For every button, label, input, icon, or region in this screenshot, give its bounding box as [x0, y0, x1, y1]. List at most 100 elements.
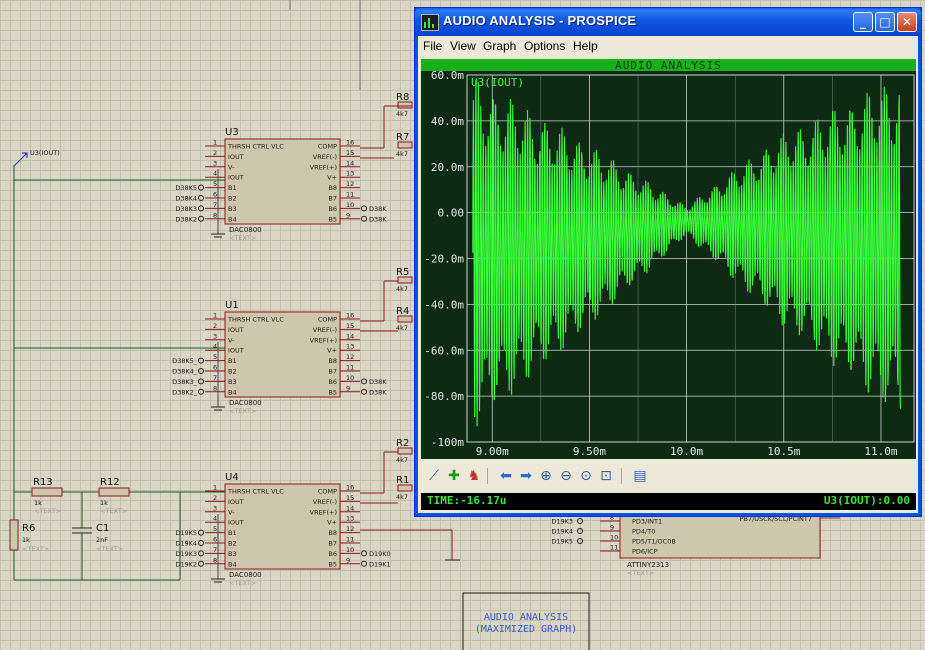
resistor-ref: R7 [396, 132, 409, 143]
menu-help[interactable]: Help [573, 39, 598, 53]
pin-number: 4 [213, 343, 217, 351]
resistor-value: 4k7 [396, 150, 408, 158]
zoom-area-icon[interactable]: ⊡ [597, 467, 615, 485]
net-label: D38K [369, 388, 387, 396]
pin-name: V+ [327, 347, 337, 355]
y-tick-label: 40.0m [431, 115, 464, 128]
net-terminal [198, 529, 204, 536]
x-tick-label: 10.5m [767, 445, 800, 458]
pin-number: 10 [346, 201, 354, 209]
pin-number: 13 [346, 170, 354, 178]
net-terminal [198, 388, 204, 395]
scroll-right-icon[interactable]: ➡ [517, 467, 535, 485]
audio-analysis-graph[interactable]: AUDIO ANALYSIS 60.0m 40.0m 20.0m 0.00 -20.0m -… [421, 59, 916, 459]
pin-number: 13 [346, 515, 354, 523]
text-placeholder: <TEXT> [100, 507, 127, 515]
pin-name: B5 [328, 560, 337, 568]
graph-settings-icon[interactable]: ▤ [631, 467, 649, 485]
pin-name: IOUT [228, 153, 244, 161]
pin-number: 10 [610, 534, 618, 542]
text-placeholder: <TEXT> [96, 545, 123, 553]
audio-analysis-window[interactable]: AUDIO ANALYSIS - PROSPICE _ □ ✕ File Vie… [414, 7, 922, 517]
pin-name: VREF(-) [313, 153, 337, 161]
y-tick-label: -40.0m [424, 298, 464, 311]
resistor-value: 1k [34, 499, 42, 507]
pin-number: 12 [346, 180, 354, 188]
net-terminal [361, 215, 367, 222]
net-label: D19K1 [369, 560, 391, 568]
net-terminal [361, 560, 367, 567]
pin-number: 7 [213, 201, 217, 209]
pin-number: 9 [346, 211, 350, 219]
menu-file[interactable]: File [423, 39, 442, 53]
close-button[interactable]: ✕ [897, 12, 917, 32]
pin-name: IOUT [228, 174, 244, 182]
net-label: D19K0 [369, 550, 391, 558]
pin-name: VREF(-) [313, 326, 337, 334]
pin-name: B3 [228, 378, 237, 386]
menu-view[interactable]: View [450, 39, 476, 53]
toolbar-separator [621, 468, 622, 484]
pin-number: 16 [346, 312, 354, 320]
trace-label: U3(IOUT) [471, 76, 524, 89]
maximize-button[interactable]: □ [875, 12, 895, 32]
graph-edit-icon[interactable]: ⟋ [425, 467, 443, 485]
capacitor-value: 2nF [96, 536, 108, 544]
pin-number: 6 [213, 364, 217, 372]
chip-text-placeholder: <TEXT> [229, 407, 256, 415]
pin-name: COMP [318, 316, 337, 324]
pin-number: 8 [213, 384, 217, 392]
menu-options[interactable]: Options [524, 39, 565, 53]
y-tick-label: -20.0m [424, 253, 464, 266]
zoom-all-icon[interactable]: ⊙ [577, 467, 595, 485]
pin-number: 9 [346, 556, 350, 564]
pin-number: 10 [346, 546, 354, 554]
pin-name: V- [228, 508, 235, 516]
pin-number: 11 [346, 191, 354, 199]
net-label: D19K5 [551, 538, 573, 546]
zoom-in-icon[interactable]: ⊕ [537, 467, 555, 485]
chip-ref: U1 [225, 300, 239, 311]
net-terminal [361, 550, 367, 557]
x-tick-label: 11.0m [864, 445, 897, 458]
text-placeholder: <TEXT> [22, 545, 49, 553]
pin-name: B4 [228, 215, 237, 223]
pin-name: B2 [228, 368, 237, 376]
pin-number: 5 [213, 525, 217, 533]
pin-name: COMP [318, 488, 337, 496]
resistor-value: 4k7 [396, 456, 408, 464]
status-value: U3(IOUT):0.00 [823, 494, 910, 507]
pin-name: IOUT [228, 498, 244, 506]
text-placeholder: <TEXT> [627, 569, 654, 577]
graph-app-icon [421, 14, 439, 31]
pin-name: B2 [228, 540, 237, 548]
resistor-body [9, 519, 19, 551]
pin-number: 12 [346, 353, 354, 361]
net-terminal [577, 528, 583, 534]
add-trace-icon[interactable]: ✚ [445, 467, 463, 485]
pin-name: B6 [328, 378, 337, 386]
pin-name: PD6/ICP [632, 548, 658, 556]
pin-name: B1 [228, 184, 237, 192]
menu-graph[interactable]: Graph [483, 39, 516, 53]
pin-name: B7 [328, 368, 337, 376]
pin-name: IOUT [228, 347, 244, 355]
pin-number: 3 [213, 159, 217, 167]
zoom-out-icon[interactable]: ⊖ [557, 467, 575, 485]
minimize-button[interactable]: _ [853, 12, 873, 32]
run-simulation-icon[interactable]: ♞ [465, 467, 483, 485]
net-terminal [198, 205, 204, 212]
net-label: D38K5_ [172, 357, 198, 365]
graph-box-subtitle: (MAXIMIZED GRAPH) [475, 624, 577, 635]
pin-number: 9 [346, 384, 350, 392]
mcu-part: ATTINY2313 [627, 561, 669, 569]
pin-number: 2 [213, 494, 217, 502]
scroll-left-icon[interactable]: ⬅ [497, 467, 515, 485]
title-bar[interactable]: AUDIO ANALYSIS - PROSPICE _ □ ✕ [415, 8, 921, 36]
chip-part: DAC0800 [229, 399, 262, 407]
net-terminal [198, 378, 204, 385]
pin-number: 11 [346, 364, 354, 372]
resistor-value: 4k7 [396, 285, 408, 293]
resistor-ref: R13 [33, 477, 53, 488]
net-terminal [577, 518, 583, 524]
